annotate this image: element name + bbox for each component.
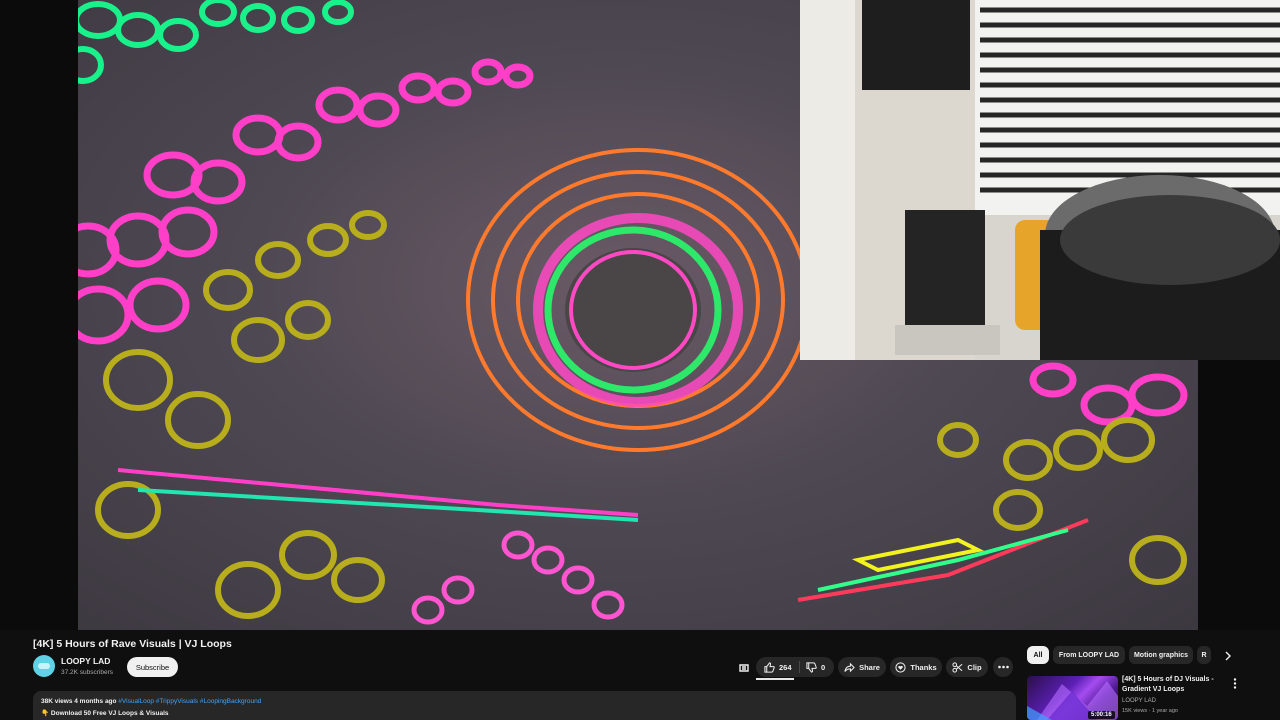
description-box[interactable]: 38K views 4 months ago #VisualLoop #Trip… (33, 691, 1016, 720)
share-button[interactable]: Share (838, 657, 886, 677)
like-count: 264 (779, 662, 792, 672)
more-vertical-icon[interactable] (1233, 676, 1237, 694)
like-progress (756, 678, 794, 680)
share-arrow-icon (844, 662, 855, 673)
recommendation-meta: 15K views · 1 year ago (1122, 708, 1178, 714)
webcam-overlay (800, 0, 1280, 360)
hashtags[interactable]: #VisualLoop #TrippyVisuals #LoopingBackg… (118, 698, 261, 705)
dislike-button[interactable]: 0 (806, 661, 826, 673)
webcam-feed (800, 0, 1280, 360)
subscriber-count: 37.2K subscribers (61, 669, 114, 676)
chip-from-channel[interactable]: From LOOPY LAD (1053, 646, 1125, 664)
recommendation-duration: 5:00:16 (1088, 711, 1115, 719)
thumbs-down-icon (806, 661, 817, 673)
like-dislike-group: 264 0 (756, 657, 834, 677)
like-button[interactable]: 264 (756, 661, 796, 673)
chevron-right-icon[interactable] (1222, 649, 1234, 667)
thanks-label: Thanks (910, 662, 937, 672)
download-line: 👇 Download 50 Free VJ Loops & Visuals (41, 710, 169, 717)
clip-label: Clip (967, 662, 982, 672)
dislike-count: 0 (821, 662, 826, 672)
video-title: [4K] 5 Hours of Rave Visuals | VJ Loops (33, 638, 232, 650)
description-header: 38K views 4 months ago #VisualLoop #Trip… (41, 698, 261, 705)
chip-motion-graphics[interactable]: Motion graphics (1129, 646, 1193, 664)
view-count-date: 38K views 4 months ago (41, 698, 117, 705)
scissors-icon (952, 661, 963, 673)
more-horizontal-icon (997, 665, 1009, 669)
recommendation-channel[interactable]: LOOPY LAD (1122, 698, 1156, 704)
chip-related[interactable]: R (1197, 646, 1211, 664)
thumbs-up-icon (764, 661, 775, 673)
share-label: Share (859, 662, 880, 672)
channel-name[interactable]: LOOPY LAD (61, 656, 110, 666)
subscribe-button[interactable]: Subscribe (127, 657, 178, 677)
thanks-button[interactable]: Thanks (890, 657, 942, 677)
chip-all[interactable]: All (1027, 646, 1049, 664)
join-icon[interactable] (738, 661, 750, 679)
more-actions-button[interactable] (993, 657, 1013, 677)
channel-avatar[interactable] (33, 655, 55, 677)
recommendation-title[interactable]: [4K] 5 Hours of DJ Visuals - Gradient VJ… (1122, 675, 1222, 695)
thanks-heart-icon (895, 661, 906, 673)
clip-button[interactable]: Clip (946, 657, 988, 677)
